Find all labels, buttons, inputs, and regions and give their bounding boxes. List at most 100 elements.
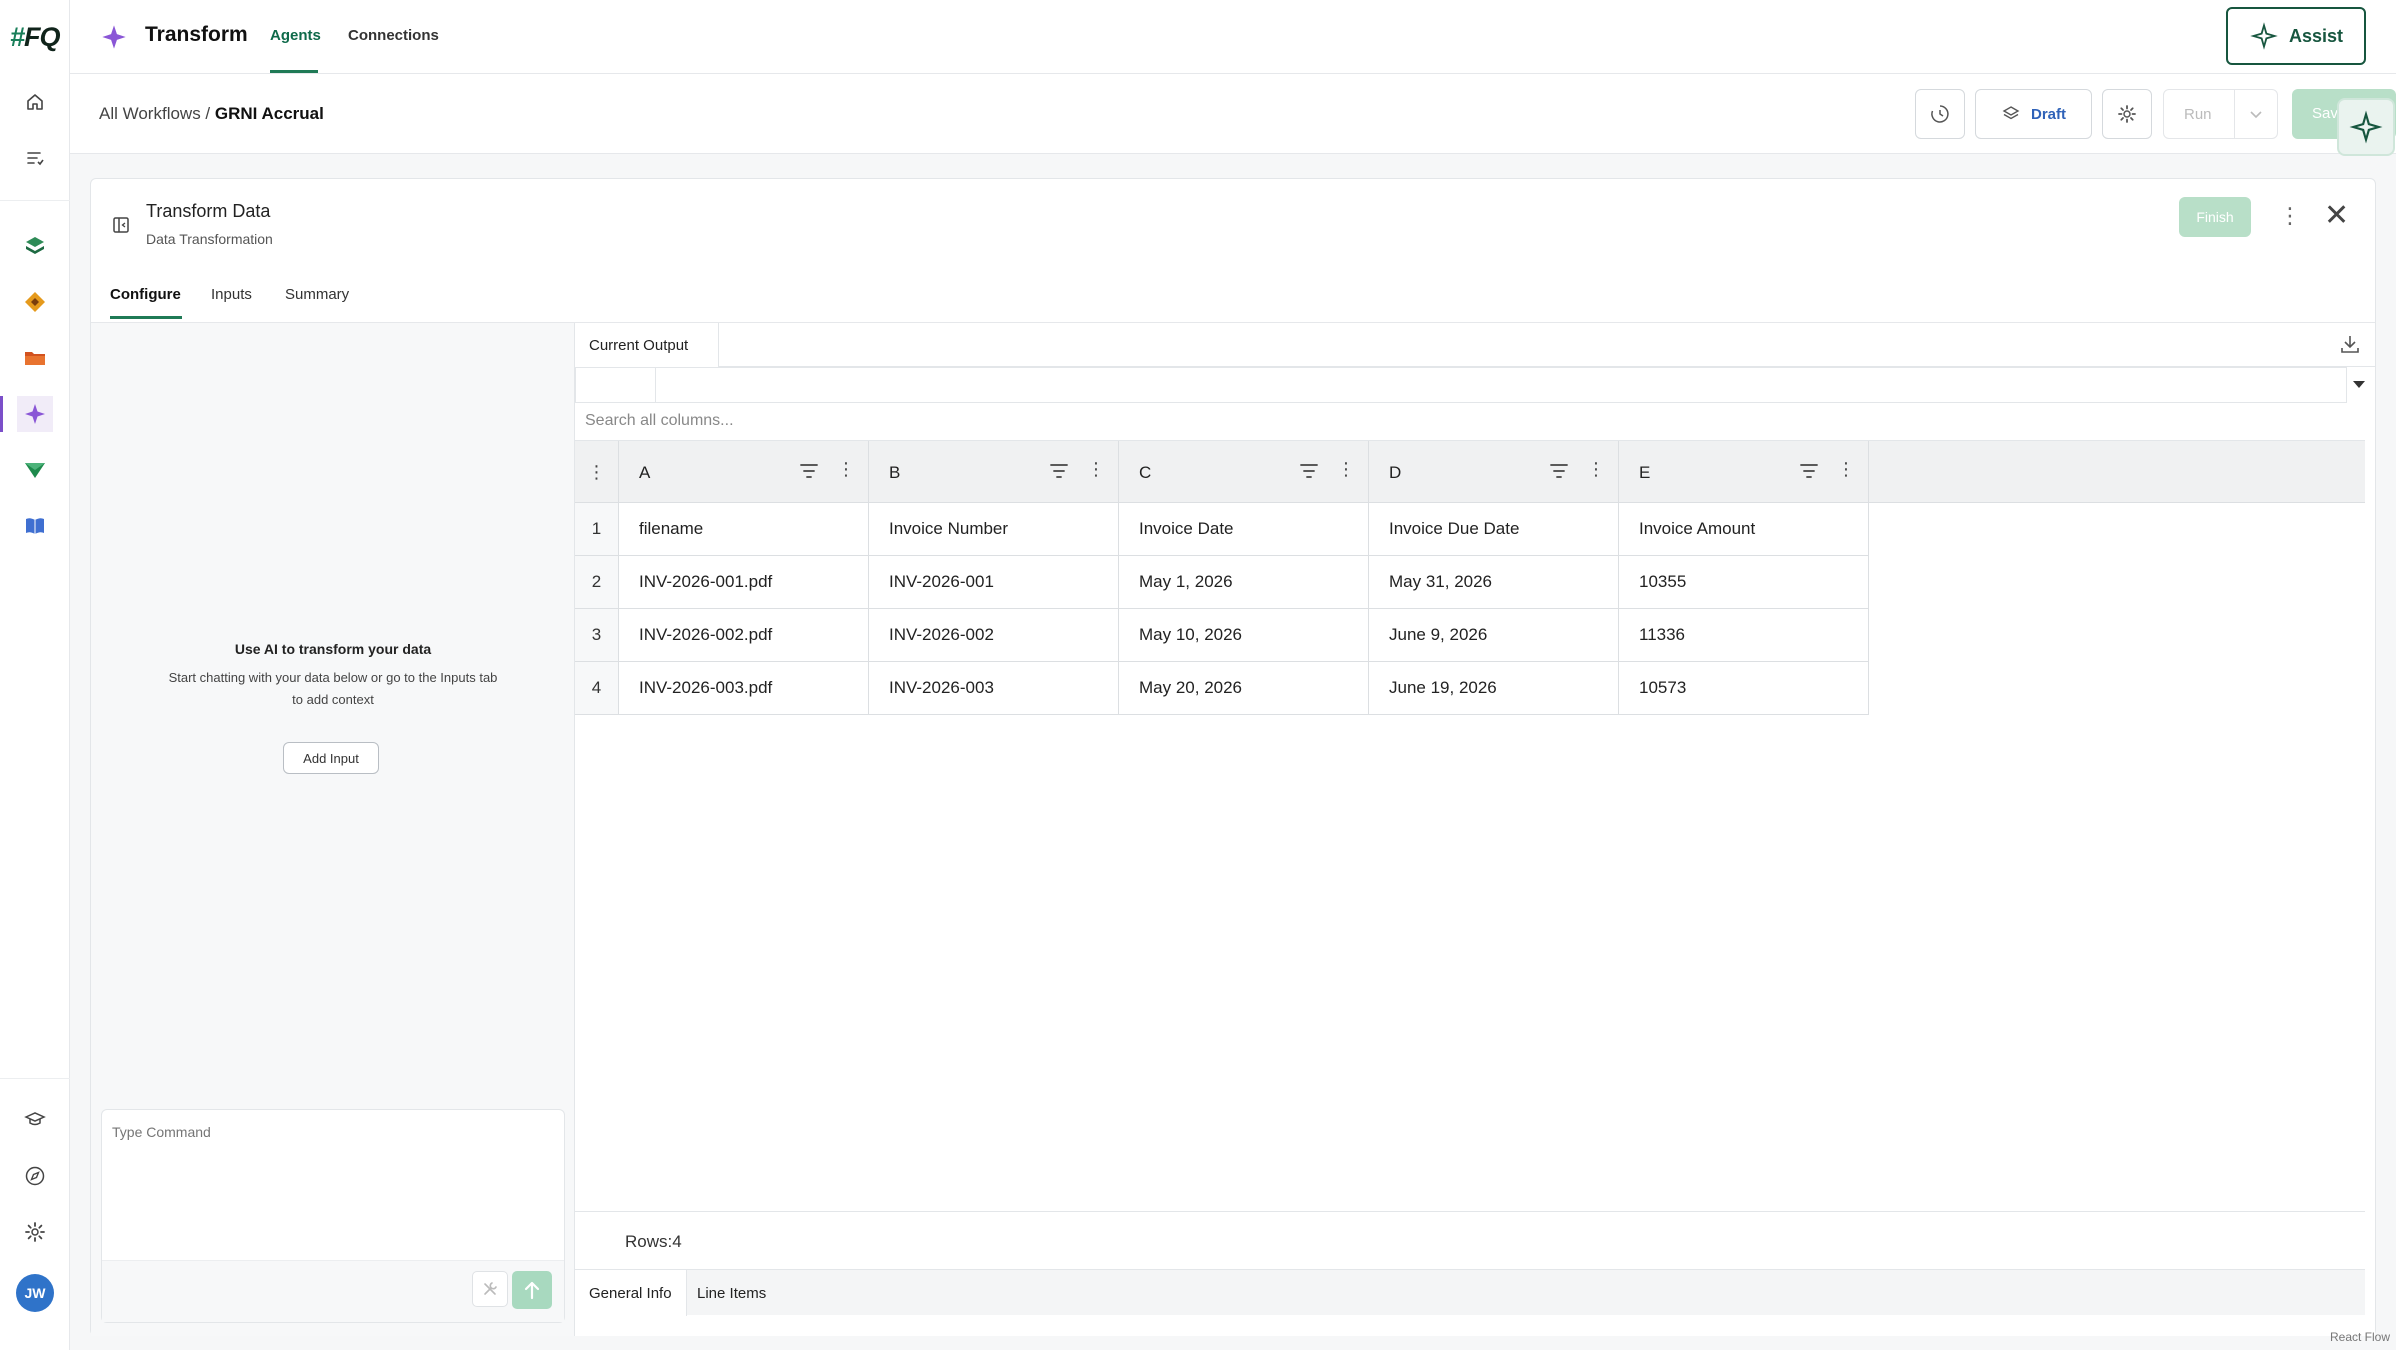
table-cell[interactable]: May 1, 2026 [1119, 556, 1369, 608]
run-label: Run [2184, 106, 2212, 123]
column-menu-icon[interactable]: ⋮ [1837, 460, 1855, 478]
more-options-icon[interactable]: ⋮ [588, 463, 606, 481]
ai-empty-description: Start chatting with your data below or g… [168, 670, 498, 707]
table-cell[interactable]: Invoice Date [1119, 503, 1369, 555]
sheet-tab-line-items[interactable]: Line Items [683, 1270, 780, 1316]
assist-button[interactable]: Assist [2226, 7, 2366, 65]
tasks-icon[interactable] [17, 140, 53, 176]
row-number[interactable]: 1 [575, 503, 619, 555]
cell-reference-box[interactable] [576, 368, 656, 402]
home-icon[interactable] [17, 84, 53, 120]
table-cell[interactable]: 10355 [1619, 556, 1869, 608]
panel-subtitle: Data Transformation [146, 231, 273, 247]
grid-corner-menu[interactable]: ⋮ [575, 441, 619, 503]
download-icon[interactable] [2339, 333, 2361, 360]
column-header-d[interactable]: D ⋮ [1369, 441, 1619, 503]
ai-empty-title: Use AI to transform your data [234, 641, 432, 657]
column-menu-icon[interactable]: ⋮ [837, 460, 855, 478]
tab-current-output[interactable]: Current Output [575, 323, 719, 367]
filter-icon[interactable] [1049, 462, 1069, 480]
column-menu-icon[interactable]: ⋮ [1587, 460, 1605, 478]
rail-divider [0, 200, 70, 201]
filter-icon[interactable] [1549, 462, 1569, 480]
sidebar-toggle-icon[interactable] [111, 215, 131, 240]
more-options-icon[interactable]: ⋮ [2279, 205, 2301, 227]
app-title: Transform [145, 23, 248, 46]
breadcrumb-all-workflows[interactable]: All Workflows [99, 104, 201, 123]
table-cell[interactable]: Invoice Amount [1619, 503, 1869, 555]
table-cell[interactable]: INV-2026-001.pdf [619, 556, 869, 608]
row-number[interactable]: 3 [575, 609, 619, 661]
tab-inputs[interactable]: Inputs [211, 286, 252, 303]
layers-icon [2002, 106, 2020, 120]
row-number[interactable]: 2 [575, 556, 619, 608]
tools-button[interactable] [472, 1271, 508, 1307]
workflow-settings-button[interactable] [2102, 89, 2152, 139]
folder-app-icon[interactable] [17, 340, 53, 376]
table-cell[interactable]: Invoice Number [869, 503, 1119, 555]
table-cell[interactable]: INV-2026-001 [869, 556, 1119, 608]
table-cell[interactable]: June 19, 2026 [1369, 662, 1619, 714]
table-cell[interactable]: 10573 [1619, 662, 1869, 714]
gear-icon[interactable] [17, 1214, 53, 1250]
top-header: Transform Agents Connections Assist [70, 0, 2396, 74]
table-cell[interactable]: filename [619, 503, 869, 555]
compass-icon[interactable] [17, 1158, 53, 1194]
app-logo[interactable]: #FQ [10, 22, 61, 53]
avatar-initials: JW [24, 1285, 46, 1301]
table-cell[interactable]: 11336 [1619, 609, 1869, 661]
filter-icon[interactable] [799, 462, 819, 480]
wrench-icon [484, 1282, 497, 1295]
column-letter: B [889, 463, 901, 482]
table-cell[interactable]: INV-2026-002.pdf [619, 609, 869, 661]
add-input-button[interactable]: Add Input [283, 742, 379, 774]
book-app-icon[interactable] [17, 508, 53, 544]
tab-configure[interactable]: Configure [110, 286, 181, 303]
table-cell[interactable]: INV-2026-003.pdf [619, 662, 869, 714]
table-cell[interactable]: INV-2026-002 [869, 609, 1119, 661]
tab-agents[interactable]: Agents [270, 27, 321, 44]
table-cell[interactable]: Invoice Due Date [1369, 503, 1619, 555]
table-cell[interactable]: June 9, 2026 [1369, 609, 1619, 661]
floating-assist-button[interactable] [2337, 98, 2395, 156]
table-cell[interactable]: INV-2026-003 [869, 662, 1119, 714]
formula-bar[interactable] [575, 367, 2347, 403]
column-header-c[interactable]: C ⋮ [1119, 441, 1369, 503]
sheet-tab-general-info[interactable]: General Info [575, 1270, 687, 1316]
command-input[interactable] [112, 1124, 552, 1254]
column-header-e[interactable]: E ⋮ [1619, 441, 1869, 503]
filter-icon[interactable] [1799, 462, 1819, 480]
send-app-icon[interactable] [17, 452, 53, 488]
row-number[interactable]: 4 [575, 662, 619, 714]
finish-button[interactable]: Finish [2179, 197, 2251, 237]
graduation-cap-icon[interactable] [17, 1102, 53, 1138]
close-icon[interactable]: ✕ [2324, 201, 2349, 231]
send-command-button[interactable] [512, 1271, 552, 1309]
formula-expand-caret-icon[interactable] [2353, 381, 2365, 388]
search-columns-input[interactable] [575, 403, 2365, 439]
chevron-down-icon[interactable] [2248, 108, 2264, 122]
table-cell[interactable]: May 31, 2026 [1369, 556, 1619, 608]
table-row: 4 INV-2026-003.pdf INV-2026-003 May 20, … [575, 662, 1869, 715]
column-header-b[interactable]: B ⋮ [869, 441, 1119, 503]
column-letter: D [1389, 463, 1402, 482]
column-header-a[interactable]: A ⋮ [619, 441, 869, 503]
column-menu-icon[interactable]: ⋮ [1087, 460, 1105, 478]
table-cell[interactable]: May 10, 2026 [1119, 609, 1369, 661]
column-menu-icon[interactable]: ⋮ [1337, 460, 1355, 478]
tab-summary[interactable]: Summary [285, 286, 349, 303]
run-button[interactable]: Run [2163, 89, 2278, 139]
draft-label: Draft [2030, 105, 2066, 123]
transform-app-icon[interactable] [0, 396, 53, 432]
tab-connections[interactable]: Connections [348, 27, 439, 44]
filter-icon[interactable] [1299, 462, 1319, 480]
user-avatar[interactable]: JW [16, 1274, 54, 1312]
reconcile-app-icon[interactable] [17, 284, 53, 320]
table-cell[interactable]: May 20, 2026 [1119, 662, 1369, 714]
layers-app-icon[interactable] [17, 228, 53, 264]
draft-version-button[interactable]: Draft [1975, 89, 2092, 139]
active-tab-indicator [270, 70, 318, 73]
history-button[interactable] [1915, 89, 1965, 139]
react-flow-attribution[interactable]: React Flow [2330, 1330, 2390, 1344]
panel-title: Transform Data [146, 201, 271, 221]
